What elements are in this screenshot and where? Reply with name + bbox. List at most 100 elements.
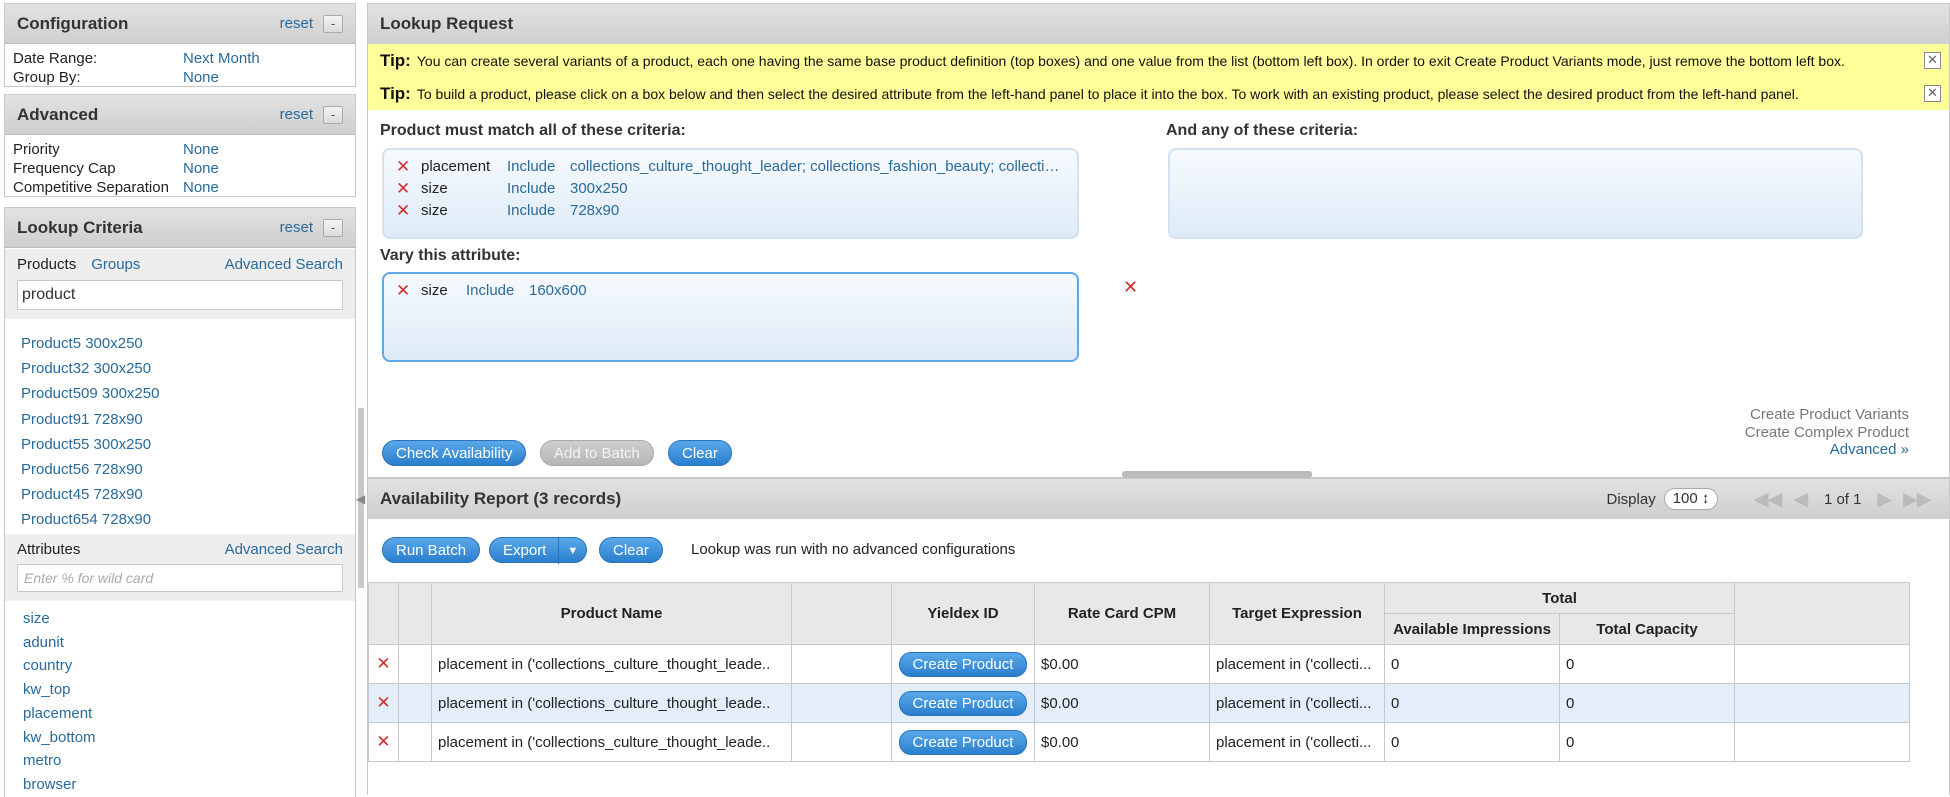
group-by-value[interactable]: None (183, 68, 219, 87)
remove-criterion-icon[interactable]: ✕ (396, 156, 421, 178)
attributes-advanced-search-link[interactable]: Advanced Search (225, 541, 343, 558)
col-total: Total (1384, 582, 1735, 614)
table-row: ✕ placement in ('collections_culture_thou… (368, 722, 1910, 762)
criterion-operator[interactable]: Include (507, 156, 570, 178)
export-button[interactable]: Export ▼ (489, 537, 588, 564)
row-select-cell[interactable] (398, 644, 432, 684)
remove-vary-box-icon[interactable]: ✕ (1123, 277, 1138, 298)
collapse-left-arrow-icon[interactable]: ◀ (356, 492, 365, 506)
product-list-item[interactable]: Product32 300x250 (21, 356, 355, 381)
remove-criterion-icon[interactable]: ✕ (396, 280, 421, 302)
criterion-value[interactable]: 728x90 (570, 200, 619, 222)
must-match-label: Product must match all of these criteria… (380, 122, 686, 139)
criterion-value[interactable]: 300x250 (570, 178, 628, 200)
criterion-attribute: size (421, 180, 448, 197)
priority-label: Priority (13, 141, 60, 158)
last-page-icon[interactable]: ▶▶ (1903, 489, 1931, 510)
create-options: Create Product Variants Create Complex P… (1745, 406, 1909, 459)
criterion-operator[interactable]: Include (466, 280, 529, 302)
criterion-operator[interactable]: Include (507, 178, 570, 200)
date-range-value[interactable]: Next Month (183, 49, 260, 68)
attribute-list-item[interactable]: kw_top (23, 678, 355, 702)
add-to-batch-button[interactable]: Add to Batch (540, 440, 654, 466)
configuration-collapse-button[interactable]: - (323, 14, 343, 33)
clear-report-button[interactable]: Clear (599, 537, 663, 563)
remove-criterion-icon[interactable]: ✕ (396, 178, 421, 200)
check-availability-button[interactable]: Check Availability (382, 440, 527, 466)
product-list-item[interactable]: Product55 300x250 (21, 432, 355, 457)
product-list-item[interactable]: Product5 300x250 (21, 331, 355, 356)
advanced-collapse-button[interactable]: - (323, 105, 343, 124)
create-product-button[interactable]: Create Product (898, 651, 1028, 677)
next-page-icon[interactable]: ▶ (1877, 489, 1891, 510)
attribute-list-item[interactable]: kw_bottom (23, 726, 355, 750)
display-count-select[interactable]: 100 ↕ (1663, 488, 1719, 510)
configuration-reset-link[interactable]: reset (280, 15, 313, 32)
product-list-item[interactable]: Product654 728x90 (21, 507, 355, 532)
date-range-label: Date Range: (13, 50, 98, 67)
col-product-name[interactable]: Product Name (431, 582, 792, 645)
yieldex-cell: Create Product (891, 683, 1035, 723)
lookup-criteria-reset-link[interactable]: reset (280, 219, 313, 236)
prev-page-icon[interactable]: ◀ (1794, 489, 1808, 510)
competitive-separation-label: Competitive Separation (13, 179, 169, 196)
competitive-separation-value[interactable]: None (183, 178, 219, 197)
advanced-link[interactable]: Advanced (1830, 441, 1897, 458)
product-search-input[interactable]: product (17, 280, 343, 310)
col-target-expression[interactable]: Target Expression (1209, 582, 1385, 645)
export-dropdown-icon[interactable]: ▼ (558, 538, 586, 564)
remove-row-icon[interactable]: ✕ (368, 644, 399, 684)
tab-groups[interactable]: Groups (91, 256, 140, 273)
attribute-list-item[interactable]: size (23, 607, 355, 631)
create-product-button[interactable]: Create Product (898, 729, 1028, 755)
must-match-box[interactable]: ✕ placement Include collections_culture_tho… (382, 148, 1079, 239)
col-total-capacity[interactable]: Total Capacity (1559, 613, 1735, 645)
resize-grip[interactable] (1122, 471, 1312, 478)
tip-label: Tip: (380, 50, 411, 70)
remove-criterion-icon[interactable]: ✕ (396, 200, 421, 222)
product-name-cell: placement in ('collections_culture_thoug… (431, 683, 792, 723)
criterion-value[interactable]: 160x600 (529, 280, 587, 302)
product-list-item[interactable]: Product509 300x250 (21, 381, 355, 406)
run-batch-button[interactable]: Run Batch (382, 537, 481, 563)
chevron-down-icon[interactable]: » (1901, 441, 1909, 458)
priority-value[interactable]: None (183, 140, 219, 159)
row-select-cell[interactable] (398, 722, 432, 762)
product-list-item[interactable]: Product45 728x90 (21, 482, 355, 507)
products-advanced-search-link[interactable]: Advanced Search (225, 256, 343, 273)
create-product-button[interactable]: Create Product (898, 690, 1028, 716)
col-available-impressions[interactable]: Available Impressions (1384, 613, 1560, 645)
first-page-icon[interactable]: ◀◀ (1754, 489, 1782, 510)
vary-attribute-box[interactable]: ✕ size Include 160x600 (382, 272, 1079, 362)
criterion-operator[interactable]: Include (507, 200, 570, 222)
col-rate-card-cpm[interactable]: Rate Card CPM (1034, 582, 1210, 645)
create-product-variants-link[interactable]: Create Product Variants (1745, 406, 1909, 424)
remove-row-icon[interactable]: ✕ (368, 683, 399, 723)
attribute-list-item[interactable]: country (23, 654, 355, 678)
attribute-list-item[interactable]: browser (23, 773, 355, 797)
attribute-list-item[interactable]: metro (23, 749, 355, 773)
close-tip-icon[interactable]: ✕ (1924, 52, 1941, 69)
frequency-cap-value[interactable]: None (183, 159, 219, 178)
remove-row-icon[interactable]: ✕ (368, 722, 399, 762)
product-list-item[interactable]: Product91 728x90 (21, 407, 355, 432)
product-list-item[interactable]: Product56 728x90 (21, 457, 355, 482)
attribute-search-input[interactable]: Enter % for wild card (17, 564, 343, 592)
close-tip-icon[interactable]: ✕ (1924, 85, 1941, 102)
configuration-panel: Configuration reset - Date Range: Next Mo… (4, 3, 356, 87)
attribute-list-item[interactable]: adunit (23, 631, 355, 655)
table-row: ✕ placement in ('collections_culture_thou… (368, 644, 1910, 684)
row-select-cell[interactable] (398, 683, 432, 723)
attribute-list-item[interactable]: placement (23, 702, 355, 726)
clear-request-button[interactable]: Clear (668, 440, 732, 466)
advanced-reset-link[interactable]: reset (280, 106, 313, 123)
criterion-attribute: size (421, 282, 448, 299)
product-list: Product5 300x250 Product32 300x250 Product… (5, 319, 355, 534)
criterion-value[interactable]: collections_culture_thought_leader; coll… (570, 156, 1060, 178)
col-yieldex-id[interactable]: Yieldex ID (891, 582, 1035, 645)
lookup-criteria-collapse-button[interactable]: - (323, 218, 343, 237)
any-criteria-box[interactable] (1168, 148, 1863, 239)
extra-cell (1734, 722, 1910, 762)
tab-products[interactable]: Products (17, 256, 76, 273)
create-complex-product-link[interactable]: Create Complex Product (1745, 424, 1909, 442)
